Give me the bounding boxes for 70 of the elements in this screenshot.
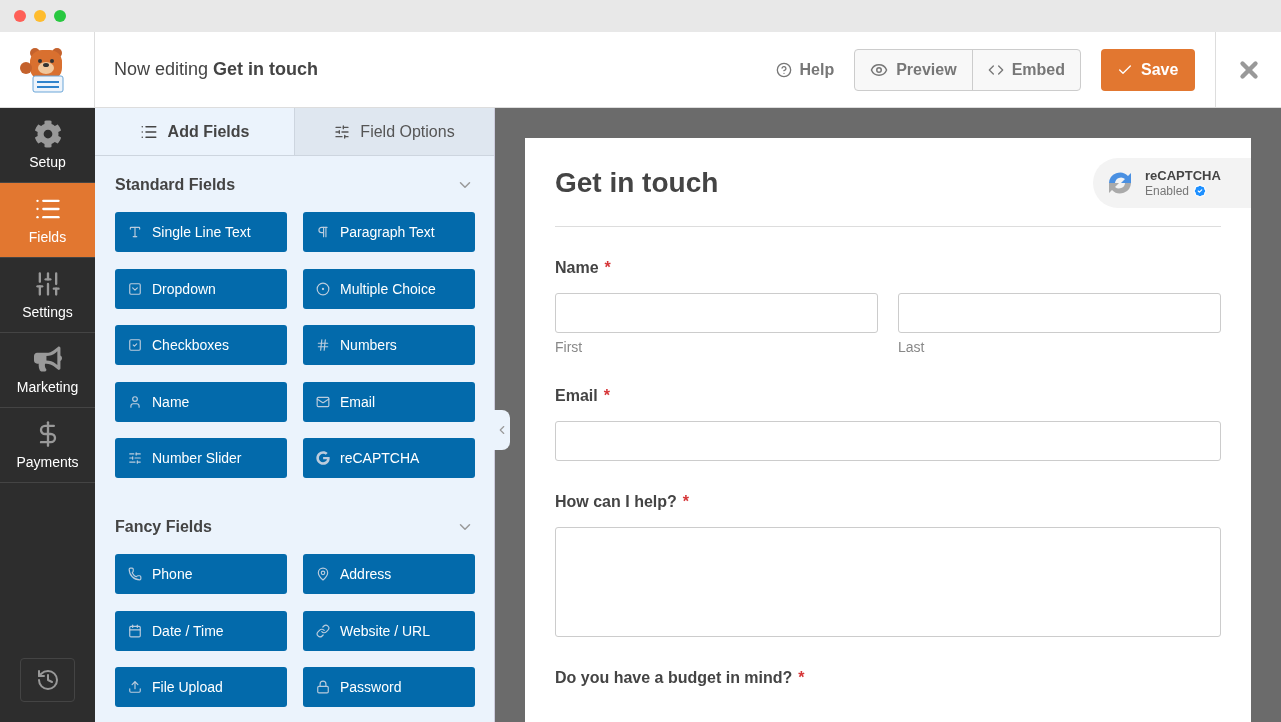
- sliders-icon: [33, 270, 62, 298]
- field-button[interactable]: Multiple Choice: [303, 268, 475, 309]
- field-label: Name: [555, 259, 599, 277]
- preview-button[interactable]: Preview: [855, 49, 972, 90]
- lock-icon: [316, 680, 330, 694]
- input-field[interactable]: [898, 293, 1221, 333]
- google-g-icon: [316, 451, 330, 465]
- textarea-field[interactable]: [555, 527, 1221, 637]
- verified-icon: [1193, 184, 1208, 198]
- radio-icon: [316, 281, 330, 296]
- field-button[interactable]: Dropdown: [115, 268, 287, 309]
- map-pin-icon: [316, 567, 330, 581]
- recaptcha-status: Enabled: [1145, 184, 1190, 198]
- required-marker: *: [604, 259, 611, 277]
- history-button[interactable]: [20, 658, 75, 702]
- field-button[interactable]: Address: [303, 554, 475, 594]
- embed-button[interactable]: Embed: [971, 49, 1080, 90]
- field-label: Email: [555, 387, 598, 405]
- help-link[interactable]: Help: [775, 60, 835, 79]
- field-button[interactable]: Numbers: [303, 325, 475, 365]
- save-button[interactable]: Save: [1101, 48, 1195, 91]
- field-button[interactable]: Name: [115, 381, 287, 422]
- field-button[interactable]: Email: [303, 381, 475, 422]
- checkbox-icon: [128, 338, 142, 352]
- required-marker: *: [603, 387, 610, 405]
- field-label: Do you have a budget in mind?: [555, 669, 793, 687]
- form-title: Get in touch: [555, 167, 719, 199]
- field-button[interactable]: Checkboxes: [115, 325, 287, 365]
- field-button[interactable]: Phone: [115, 554, 287, 594]
- recaptcha-name: reCAPTCHA: [1145, 168, 1221, 183]
- field-button[interactable]: Website / URL: [303, 610, 475, 651]
- upload-icon: [128, 680, 142, 694]
- history-icon: [35, 668, 60, 692]
- sublabel: First: [555, 339, 584, 355]
- nav-item[interactable]: Fields: [0, 183, 95, 258]
- phone-icon: [128, 567, 142, 581]
- gear-icon: [33, 120, 62, 148]
- input-field[interactable]: [555, 293, 878, 333]
- panel-tab[interactable]: Field Options: [294, 108, 494, 156]
- zoom-window-button[interactable]: [54, 10, 66, 22]
- field-button[interactable]: Number Slider: [115, 438, 287, 478]
- user-icon: [128, 394, 142, 409]
- field-label: How can I help?: [555, 493, 677, 511]
- field-button[interactable]: reCAPTCHA: [303, 438, 475, 478]
- field-button[interactable]: Password: [303, 667, 475, 707]
- editing-title: Now editing Get in touch: [113, 59, 320, 80]
- pilcrow-icon: [316, 225, 330, 239]
- section-title: Standard Fields: [115, 176, 236, 194]
- text-cursor-icon: [128, 225, 142, 239]
- sliders-icon: [334, 123, 351, 140]
- sliders-icon: [128, 451, 142, 465]
- calendar-icon: [128, 623, 142, 638]
- link-icon: [316, 623, 330, 638]
- hash-icon: [316, 338, 330, 352]
- field-button[interactable]: Date / Time: [115, 610, 287, 651]
- dropdown-icon: [128, 281, 142, 296]
- close-window-button[interactable]: [14, 10, 26, 22]
- collapse-panel-handle[interactable]: [494, 410, 510, 450]
- minimize-window-button[interactable]: [34, 10, 46, 22]
- required-marker: *: [798, 669, 805, 687]
- field-button[interactable]: File Upload: [115, 667, 287, 707]
- input-field[interactable]: [555, 421, 1221, 461]
- megaphone-icon: [33, 345, 62, 373]
- envelope-icon: [316, 394, 330, 409]
- field-button[interactable]: Paragraph Text: [303, 212, 475, 252]
- section-title: Fancy Fields: [115, 518, 212, 536]
- sublabel: Last: [898, 339, 926, 355]
- help-icon: [775, 61, 792, 78]
- required-marker: *: [682, 493, 690, 511]
- field-button[interactable]: Single Line Text: [115, 212, 287, 252]
